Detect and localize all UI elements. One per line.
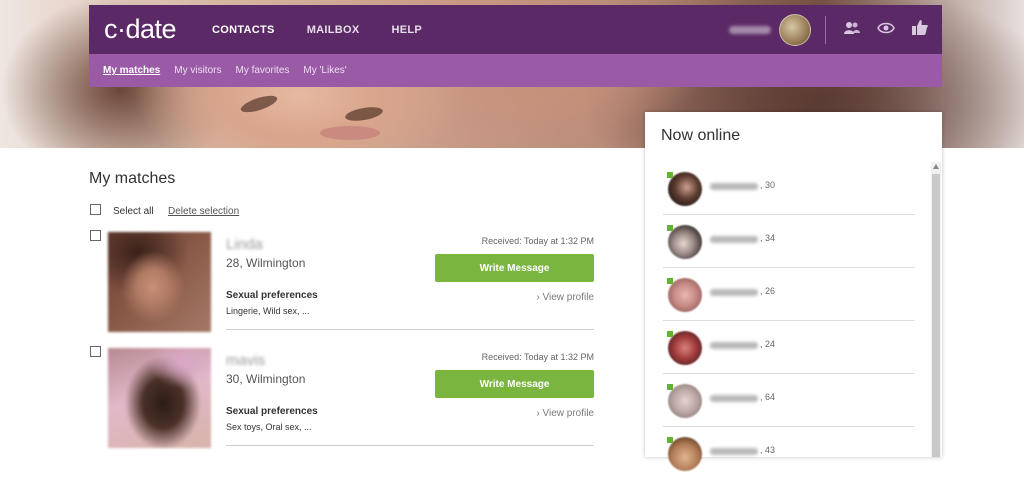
match-photo[interactable] [108,348,211,448]
select-all-checkbox[interactable] [90,204,101,215]
online-username-blurred[interactable] [710,236,758,243]
write-message-button[interactable]: Write Message [435,370,594,398]
online-username-blurred[interactable] [710,183,758,190]
match-name[interactable]: mavis [226,352,265,369]
delete-selection-link[interactable]: Delete selection [168,206,239,217]
match-card: mavis 30, Wilmington Sexual preferences … [89,348,594,452]
online-status-indicator [667,225,673,231]
online-user-avatar[interactable] [668,278,702,312]
match-age-location: 28, Wilmington [226,256,306,270]
nav-divider [825,15,826,44]
online-user-age: , 30 [760,180,776,190]
view-profile-link[interactable]: › View profile [536,292,594,303]
hero-face-detail [239,92,279,116]
now-online-title: Now online [661,127,741,144]
subnav-my-favorites[interactable]: My favorites [235,65,289,76]
preferences-heading: Sexual preferences [226,406,318,417]
nav-contacts[interactable]: CONTACTS [212,24,275,36]
online-user-avatar[interactable] [668,331,702,365]
preferences-value: Sex toys, Oral sex, ... [226,422,312,432]
page-title: My matches [89,170,176,187]
online-status-indicator [667,384,673,390]
preferences-value: Lingerie, Wild sex, ... [226,306,310,316]
online-status-indicator [667,331,673,337]
online-user-age: , 26 [760,286,776,296]
received-timestamp: Received: Today at 1:32 PM [481,352,594,362]
match-age-location: 30, Wilmington [226,372,306,386]
now-online-panel: Now online , 30 , 34 , 26 , 24 , 64 , 43 [645,112,942,471]
contacts-icon-svg [844,21,860,34]
match-photo[interactable] [108,232,211,332]
online-status-indicator [667,172,673,178]
online-user-row[interactable]: , 43 [663,427,915,479]
likes-thumb-icon[interactable] [908,20,932,39]
scroll-up-arrow-icon[interactable] [933,164,939,169]
online-user-avatar[interactable] [668,437,702,471]
online-user-age: , 24 [760,339,776,349]
online-user-age: , 64 [760,392,776,402]
online-username-blurred[interactable] [710,448,758,455]
write-message-button[interactable]: Write Message [435,254,594,282]
visitors-eye-icon[interactable] [874,21,898,38]
online-user-row[interactable]: , 64 [663,374,915,427]
match-divider [226,329,594,330]
online-user-row[interactable]: , 24 [663,321,915,374]
nav-mailbox[interactable]: MAILBOX [307,24,360,36]
select-all-label[interactable]: Select all [113,206,154,217]
online-username-blurred[interactable] [710,289,758,296]
online-user-age: , 43 [760,445,776,455]
online-username-blurred[interactable] [710,342,758,349]
eye-icon-svg [877,22,895,34]
hero-face-detail [344,104,384,124]
subnav-my-likes[interactable]: My 'Likes' [303,65,346,76]
online-user-row[interactable]: , 30 [663,162,915,215]
online-user-avatar[interactable] [668,172,702,206]
match-name[interactable]: Linda [226,236,263,253]
view-profile-link[interactable]: › View profile [536,408,594,419]
online-user-row[interactable]: , 26 [663,268,915,321]
online-user-age: , 34 [760,233,776,243]
top-navigation-bar: c·date CONTACTS MAILBOX HELP [89,5,942,54]
online-status-indicator [667,437,673,443]
subnav-my-visitors[interactable]: My visitors [174,65,221,76]
online-user-row[interactable]: , 34 [663,215,915,268]
online-list-scrollbar[interactable] [931,162,941,457]
nav-help[interactable]: HELP [392,24,423,36]
username-blurred[interactable] [729,25,771,34]
contacts-icon[interactable] [840,21,864,39]
cdate-logo[interactable]: c·date [104,14,196,45]
preferences-heading: Sexual preferences [226,290,318,301]
match-divider [226,445,594,446]
match-card: Linda 28, Wilmington Sexual preferences … [89,232,594,336]
user-avatar[interactable] [779,13,811,46]
nav-user-area [729,5,942,54]
hero-face-detail [320,126,380,140]
sub-navigation-bar: My matches My visitors My favorites My '… [89,54,942,87]
online-username-blurred[interactable] [710,395,758,402]
received-timestamp: Received: Today at 1:32 PM [481,236,594,246]
online-user-avatar[interactable] [668,225,702,259]
online-status-indicator [667,278,673,284]
thumb-icon-svg [912,20,928,35]
subnav-my-matches[interactable]: My matches [103,65,160,76]
online-user-avatar[interactable] [668,384,702,418]
scrollbar-thumb[interactable] [932,174,940,457]
